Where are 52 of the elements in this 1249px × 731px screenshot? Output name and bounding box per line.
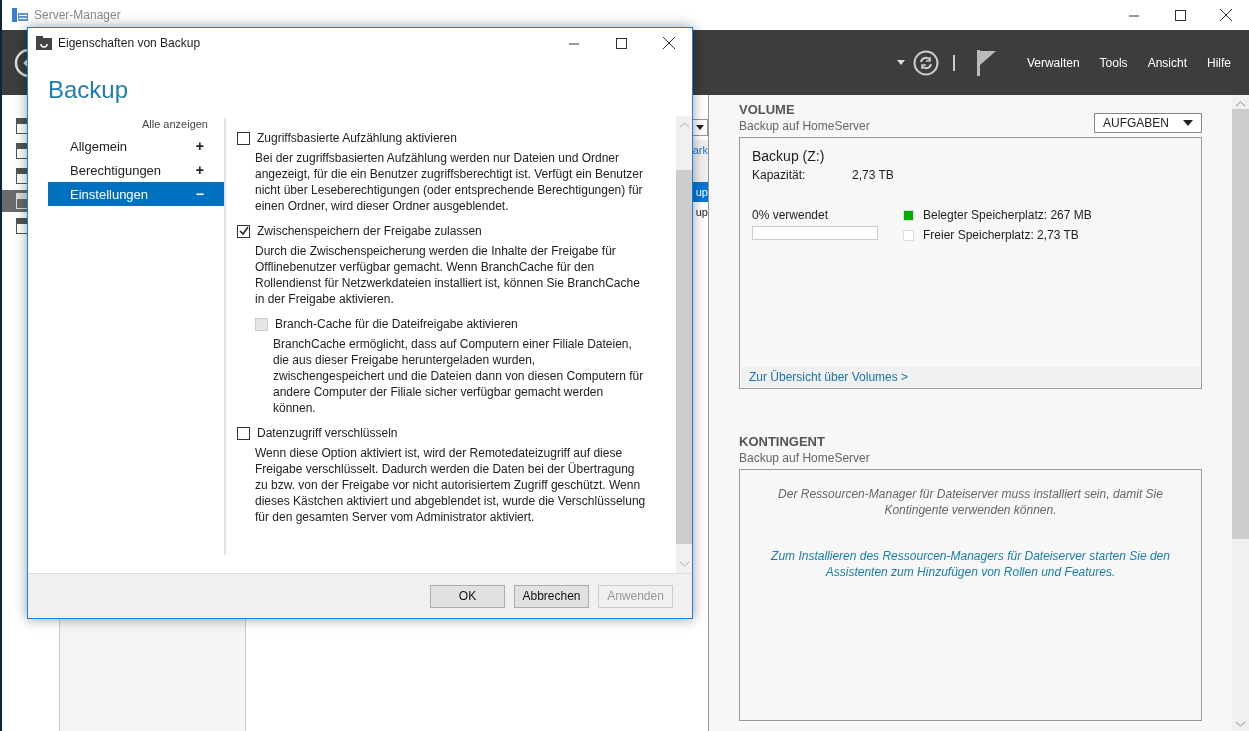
section-subtitle: Backup auf HomeServer: [739, 119, 870, 133]
section-tab[interactable]: Berechtigungen +: [48, 158, 224, 182]
section-heading: VOLUME: [739, 102, 796, 117]
flag-icon[interactable]: [976, 49, 997, 76]
menu-item[interactable]: Verwalten: [1026, 55, 1080, 70]
option-description: Durch die Zwischenspeicherung werden die Inhalte der Freigabe für Offlinebenutzer verfügbar gemacht. Wenn BranchCache für den Rollendienst für Netzwerkdateien installiert ist, können Sie BranchCache in der Freigabe aktivieren.: [255, 243, 641, 307]
option-description: BranchCache ermöglicht, dass auf Computern einer Filiale Dateien, die aus dieser Freigabe heruntergeladen wurden, zwischengespeichert und die Dateien dann von diesen Computern für andere Computer der Filiale sicher verfügbar gemacht werden können.: [273, 336, 645, 416]
section-heading: KONTINGENT: [739, 433, 826, 449]
option-description: Bei der zugriffsbasierten Aufzählung werden nur Dateien und Ordner angezeigt, für die ein Benutzer zugriffsberechtigt ist. Verfügt ein Benutzer nicht über Leseberechtigungen (oder entsprechende Berechtigungen) für einen Ordner, wird dieser Ordner ausgeblendet.: [255, 150, 644, 214]
checkbox[interactable]: [237, 131, 250, 145]
dialog-title: Eigenschaften von Backup: [58, 36, 201, 50]
checkbox[interactable]: [237, 224, 250, 238]
show-all-link[interactable]: Alle anzeigen: [48, 118, 224, 134]
info-message: Der Ressourcen-Manager für Dateiserver muss installiert sein, damit Sie Kontingente verwenden können.: [777, 485, 1164, 518]
close-icon[interactable]: [662, 37, 675, 49]
close-icon[interactable]: [1220, 9, 1232, 21]
scroll-up-icon[interactable]: [1236, 101, 1245, 107]
menu-item[interactable]: Tools: [1099, 55, 1128, 70]
server-icon: [12, 8, 28, 22]
capacity-label: Kapazität:: [752, 168, 807, 182]
legend-label: Belegter Speicherplatz: 267 MB: [923, 208, 1092, 222]
refresh-icon[interactable]: [912, 49, 939, 76]
section-tab[interactable]: Allgemein +: [48, 134, 224, 158]
scrollbar[interactable]: [1232, 95, 1249, 731]
caret-icon: [1183, 120, 1193, 126]
section-tab[interactable]: Einstellungen −: [48, 182, 224, 206]
maximize-icon[interactable]: [1174, 9, 1186, 21]
tasks-button[interactable]: AUFGABEN: [1094, 113, 1202, 133]
checkbox-label[interactable]: Zugriffsbasierte Aufzählung aktivieren: [257, 131, 457, 145]
caret-icon[interactable]: [896, 60, 905, 65]
section-subtitle: Backup auf HomeServer: [739, 450, 871, 465]
check-icon: [238, 226, 249, 236]
dialog-button[interactable]: OK: [430, 584, 505, 608]
caret-icon: [696, 125, 704, 130]
checkbox-label[interactable]: Zwischenspeichern der Freigabe zulassen: [257, 224, 482, 238]
separator-icon: [952, 54, 955, 71]
install-link[interactable]: Zum Installieren des Ressourcen-Managers für Dateiserver starten Sie den Assistenten zum Hinzufügen von Rollen und Features.: [770, 547, 1171, 580]
scroll-down-icon[interactable]: [1236, 721, 1245, 727]
checkbox-label[interactable]: Datenzugriff verschlüsseln: [257, 426, 398, 440]
menu-item[interactable]: Ansicht: [1147, 55, 1187, 70]
capacity-value: 2,73 TB: [852, 168, 894, 182]
usage-text: 0% verwendet: [752, 208, 830, 222]
link[interactable]: Zur Übersicht über Volumes >: [741, 366, 1200, 387]
volume-name: Backup (Z:): [752, 148, 826, 164]
menu-item[interactable]: Hilfe: [1207, 55, 1231, 70]
dialog-heading: Backup: [47, 75, 130, 105]
maximize-icon[interactable]: [616, 37, 627, 49]
checkbox[interactable]: [237, 426, 250, 440]
window-title: Server-Manager: [34, 8, 121, 22]
option-description: Wenn diese Option aktiviert ist, wird der Remotedateizugriff auf diese Freigabe verschlüsselt. Dadurch werden die Daten bei der Übertragung zu bzw. von der Freigabe vor nicht autorisiertem Zugriff geschützt. Wenn dieses Kästchen aktiviert und abgeblendet ist, wurde die Verschlüsselung für den gesamten Server vom Administrator aktiviert.: [255, 445, 647, 525]
legend-label: Freier Speicherplatz: 2,73 TB: [923, 228, 1079, 242]
dialog-button[interactable]: Abbrechen: [514, 584, 589, 608]
